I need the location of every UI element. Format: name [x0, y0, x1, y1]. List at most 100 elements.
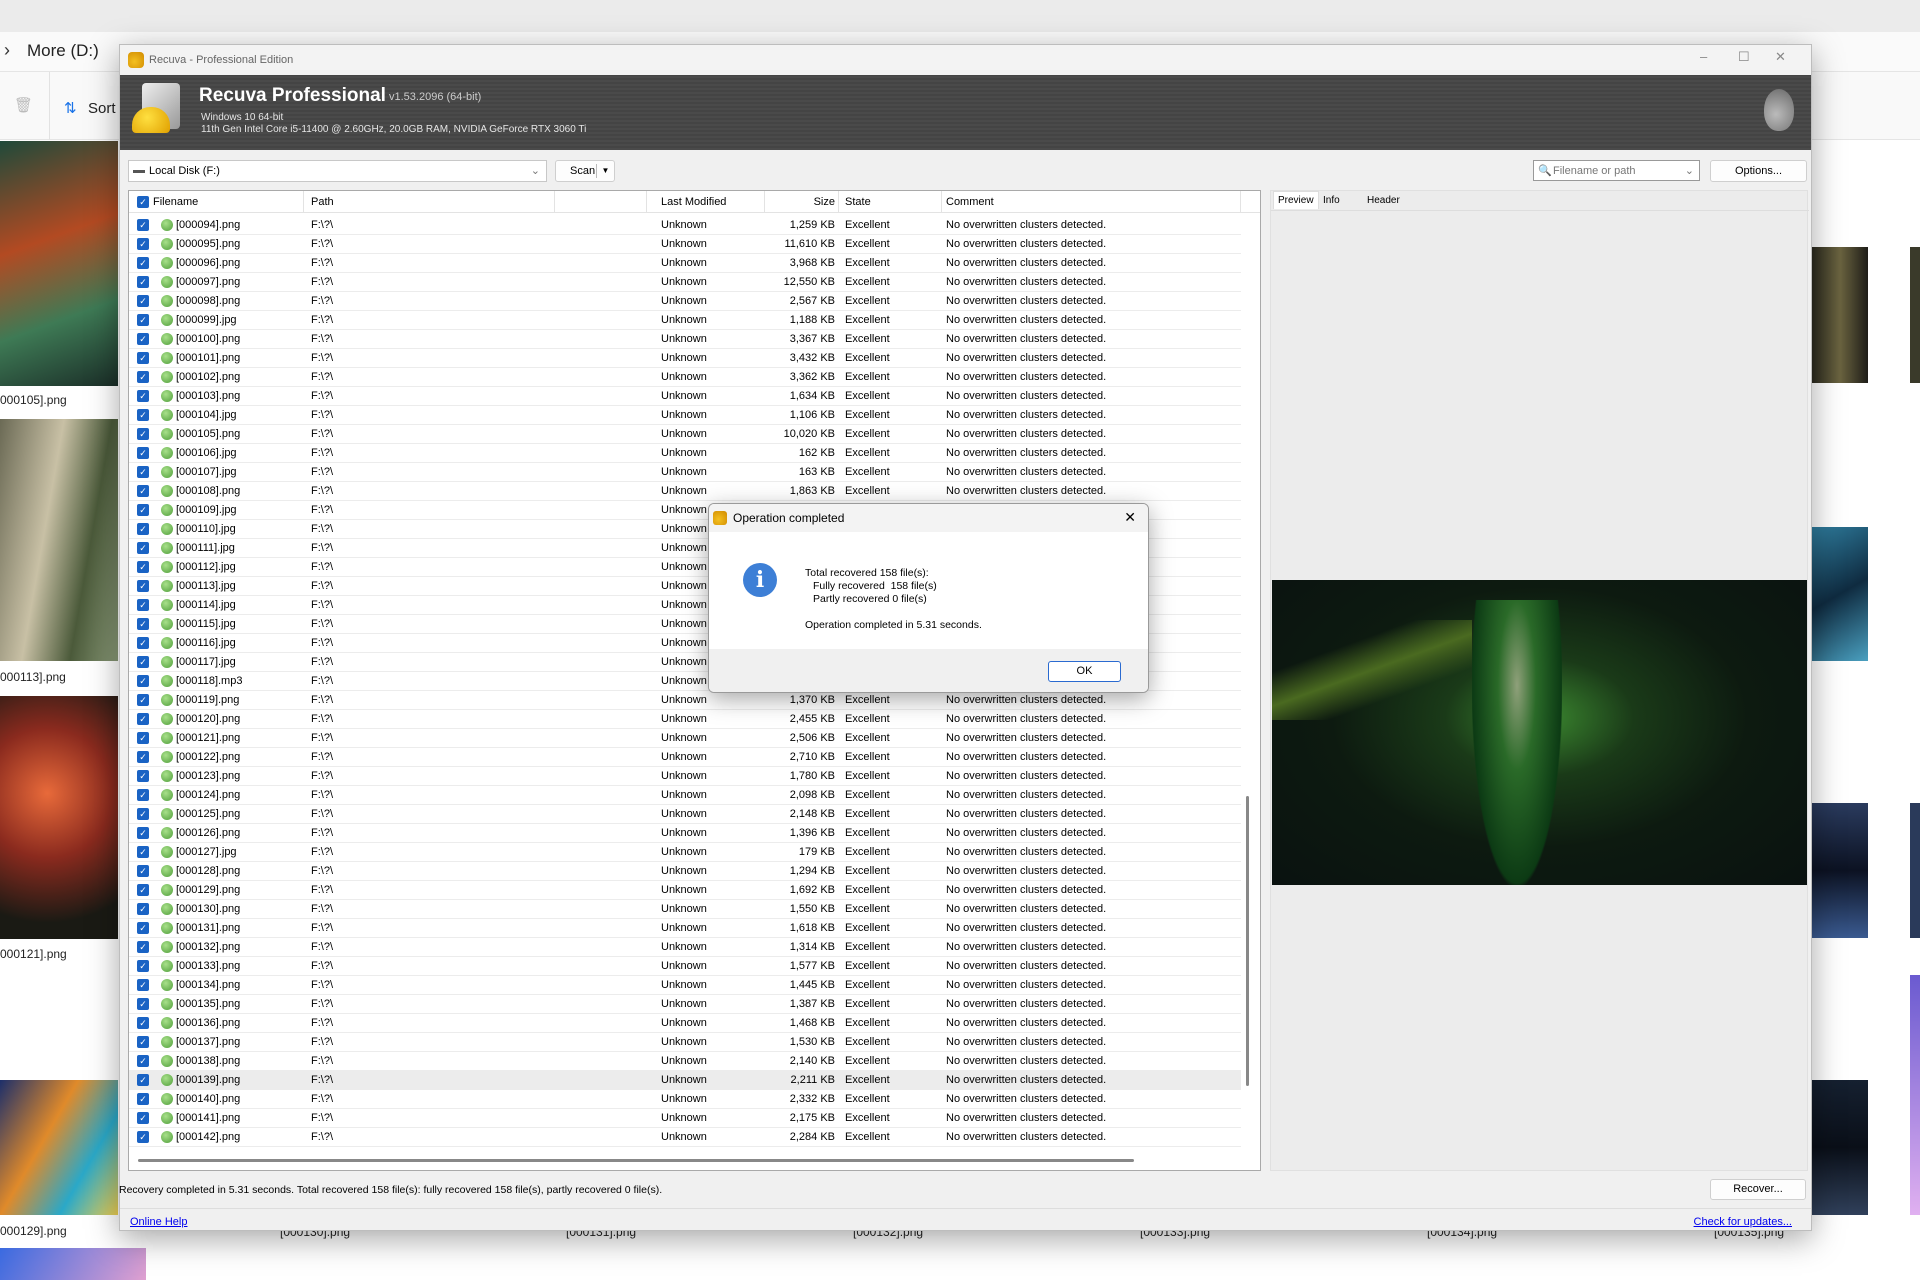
table-row[interactable]: ✓ [000135].png F:\?\ Unknown 1,387 KB Excelle…: [129, 995, 1241, 1014]
row-checkbox[interactable]: ✓: [137, 466, 149, 478]
ok-button[interactable]: OK: [1048, 661, 1121, 682]
table-row[interactable]: ✓ [000097].png F:\?\ Unknown 12,550 KB Excell…: [129, 273, 1241, 292]
row-checkbox[interactable]: ✓: [137, 713, 149, 725]
row-checkbox[interactable]: ✓: [137, 1131, 149, 1143]
table-row[interactable]: ✓ [000100].png F:\?\ Unknown 3,367 KB Excelle…: [129, 330, 1241, 349]
table-row[interactable]: ✓ [000132].png F:\?\ Unknown 1,314 KB Excelle…: [129, 938, 1241, 957]
row-checkbox[interactable]: ✓: [137, 808, 149, 820]
thumbnail[interactable]: [0, 419, 118, 661]
scan-dropdown-arrow-icon[interactable]: ▼: [596, 164, 614, 178]
thumbnail[interactable]: [0, 1080, 118, 1215]
recover-button[interactable]: Recover...: [1710, 1179, 1806, 1200]
row-checkbox[interactable]: ✓: [137, 485, 149, 497]
breadcrumb[interactable]: More (D:): [27, 41, 99, 61]
dialog-close-button[interactable]: ✕: [1124, 509, 1136, 526]
title-bar[interactable]: Recuva - Professional Edition – ☐ ✕: [120, 45, 1811, 75]
table-row[interactable]: ✓ [000138].png F:\?\ Unknown 2,140 KB Excelle…: [129, 1052, 1241, 1071]
row-checkbox[interactable]: ✓: [137, 314, 149, 326]
column-size[interactable]: Size: [775, 196, 835, 208]
row-checkbox[interactable]: ✓: [137, 903, 149, 915]
row-checkbox[interactable]: ✓: [137, 922, 149, 934]
row-checkbox[interactable]: ✓: [137, 238, 149, 250]
thumbnail[interactable]: [1812, 803, 1868, 938]
tab-preview[interactable]: Preview: [1273, 191, 1319, 209]
row-checkbox[interactable]: ✓: [137, 637, 149, 649]
row-checkbox[interactable]: ✓: [137, 1093, 149, 1105]
row-checkbox[interactable]: ✓: [137, 979, 149, 991]
table-row[interactable]: ✓ [000124].png F:\?\ Unknown 2,098 KB Excelle…: [129, 786, 1241, 805]
table-row[interactable]: ✓ [000095].png F:\?\ Unknown 11,610 KB Excell…: [129, 235, 1241, 254]
select-all-checkbox[interactable]: ✓: [137, 196, 149, 208]
row-checkbox[interactable]: ✓: [137, 219, 149, 231]
row-checkbox[interactable]: ✓: [137, 694, 149, 706]
table-row[interactable]: ✓ [000103].png F:\?\ Unknown 1,634 KB Excelle…: [129, 387, 1241, 406]
column-last-modified[interactable]: Last Modified: [661, 196, 726, 208]
row-checkbox[interactable]: ✓: [137, 618, 149, 630]
check-updates-link[interactable]: Check for updates...: [1694, 1216, 1792, 1228]
tab-header[interactable]: Header: [1367, 195, 1400, 206]
table-row[interactable]: ✓ [000134].png F:\?\ Unknown 1,445 KB Excelle…: [129, 976, 1241, 995]
row-checkbox[interactable]: ✓: [137, 333, 149, 345]
row-checkbox[interactable]: ✓: [137, 884, 149, 896]
column-state[interactable]: State: [845, 196, 871, 208]
trash-icon[interactable]: 🗑: [14, 96, 33, 114]
scan-button[interactable]: Scan ▼: [555, 160, 615, 182]
row-checkbox[interactable]: ✓: [137, 390, 149, 402]
table-row[interactable]: ✓ [000136].png F:\?\ Unknown 1,468 KB Excelle…: [129, 1014, 1241, 1033]
table-row[interactable]: ✓ [000102].png F:\?\ Unknown 3,362 KB Excelle…: [129, 368, 1241, 387]
row-checkbox[interactable]: ✓: [137, 675, 149, 687]
thumbnail[interactable]: [0, 696, 118, 939]
row-checkbox[interactable]: ✓: [137, 580, 149, 592]
column-divider[interactable]: [554, 191, 555, 213]
column-path[interactable]: Path: [311, 196, 334, 208]
table-row[interactable]: ✓ [000129].png F:\?\ Unknown 1,692 KB Excelle…: [129, 881, 1241, 900]
thumbnail[interactable]: [0, 1248, 146, 1280]
table-row[interactable]: ✓ [000126].png F:\?\ Unknown 1,396 KB Excelle…: [129, 824, 1241, 843]
row-checkbox[interactable]: ✓: [137, 504, 149, 516]
row-checkbox[interactable]: ✓: [137, 960, 149, 972]
row-checkbox[interactable]: ✓: [137, 656, 149, 668]
table-row[interactable]: ✓ [000119].png F:\?\ Unknown 1,370 KB Excelle…: [129, 691, 1241, 710]
maximize-button[interactable]: ☐: [1738, 49, 1750, 65]
row-checkbox[interactable]: ✓: [137, 789, 149, 801]
row-checkbox[interactable]: ✓: [137, 257, 149, 269]
row-checkbox[interactable]: ✓: [137, 428, 149, 440]
thumbnail[interactable]: [1812, 1080, 1868, 1215]
thumbnail[interactable]: [1812, 527, 1868, 661]
table-row[interactable]: ✓ [000133].png F:\?\ Unknown 1,577 KB Excelle…: [129, 957, 1241, 976]
row-checkbox[interactable]: ✓: [137, 1074, 149, 1086]
row-checkbox[interactable]: ✓: [137, 998, 149, 1010]
table-row[interactable]: ✓ [000141].png F:\?\ Unknown 2,175 KB Excelle…: [129, 1109, 1241, 1128]
options-button[interactable]: Options...: [1710, 160, 1807, 182]
table-row[interactable]: ✓ [000096].png F:\?\ Unknown 3,968 KB Excelle…: [129, 254, 1241, 273]
sort-button[interactable]: Sort: [88, 100, 116, 117]
thumbnail[interactable]: [1910, 975, 1920, 1215]
table-row[interactable]: ✓ [000101].png F:\?\ Unknown 3,432 KB Excelle…: [129, 349, 1241, 368]
row-checkbox[interactable]: ✓: [137, 732, 149, 744]
row-checkbox[interactable]: ✓: [137, 599, 149, 611]
table-row[interactable]: ✓ [000121].png F:\?\ Unknown 2,506 KB Excelle…: [129, 729, 1241, 748]
table-row[interactable]: ✓ [000140].png F:\?\ Unknown 2,332 KB Excelle…: [129, 1090, 1241, 1109]
table-row[interactable]: ✓ [000094].png F:\?\ Unknown 1,259 KB Excelle…: [129, 216, 1241, 235]
table-row[interactable]: ✓ [000120].png F:\?\ Unknown 2,455 KB Excelle…: [129, 710, 1241, 729]
table-row[interactable]: ✓ [000105].png F:\?\ Unknown 10,020 KB Excell…: [129, 425, 1241, 444]
row-checkbox[interactable]: ✓: [137, 561, 149, 573]
table-row[interactable]: ✓ [000098].png F:\?\ Unknown 2,567 KB Excelle…: [129, 292, 1241, 311]
thumbnail[interactable]: [1910, 247, 1920, 383]
row-checkbox[interactable]: ✓: [137, 1055, 149, 1067]
column-divider[interactable]: [1240, 191, 1241, 213]
table-row[interactable]: ✓ [000107].jpg F:\?\ Unknown 163 KB Excellent…: [129, 463, 1241, 482]
online-help-link[interactable]: Online Help: [130, 1216, 187, 1228]
close-button[interactable]: ✕: [1775, 49, 1786, 65]
table-row[interactable]: ✓ [000131].png F:\?\ Unknown 1,618 KB Excelle…: [129, 919, 1241, 938]
thumbnail[interactable]: [1910, 803, 1920, 938]
column-divider[interactable]: [646, 191, 647, 213]
column-divider[interactable]: [303, 191, 304, 213]
row-checkbox[interactable]: ✓: [137, 846, 149, 858]
table-row[interactable]: ✓ [000142].png F:\?\ Unknown 2,284 KB Excelle…: [129, 1128, 1241, 1147]
table-row[interactable]: ✓ [000139].png F:\?\ Unknown 2,211 KB Excelle…: [129, 1071, 1241, 1090]
table-row[interactable]: ✓ [000106].jpg F:\?\ Unknown 162 KB Excellent…: [129, 444, 1241, 463]
row-checkbox[interactable]: ✓: [137, 751, 149, 763]
row-checkbox[interactable]: ✓: [137, 1017, 149, 1029]
thumbnail[interactable]: [1812, 247, 1868, 383]
